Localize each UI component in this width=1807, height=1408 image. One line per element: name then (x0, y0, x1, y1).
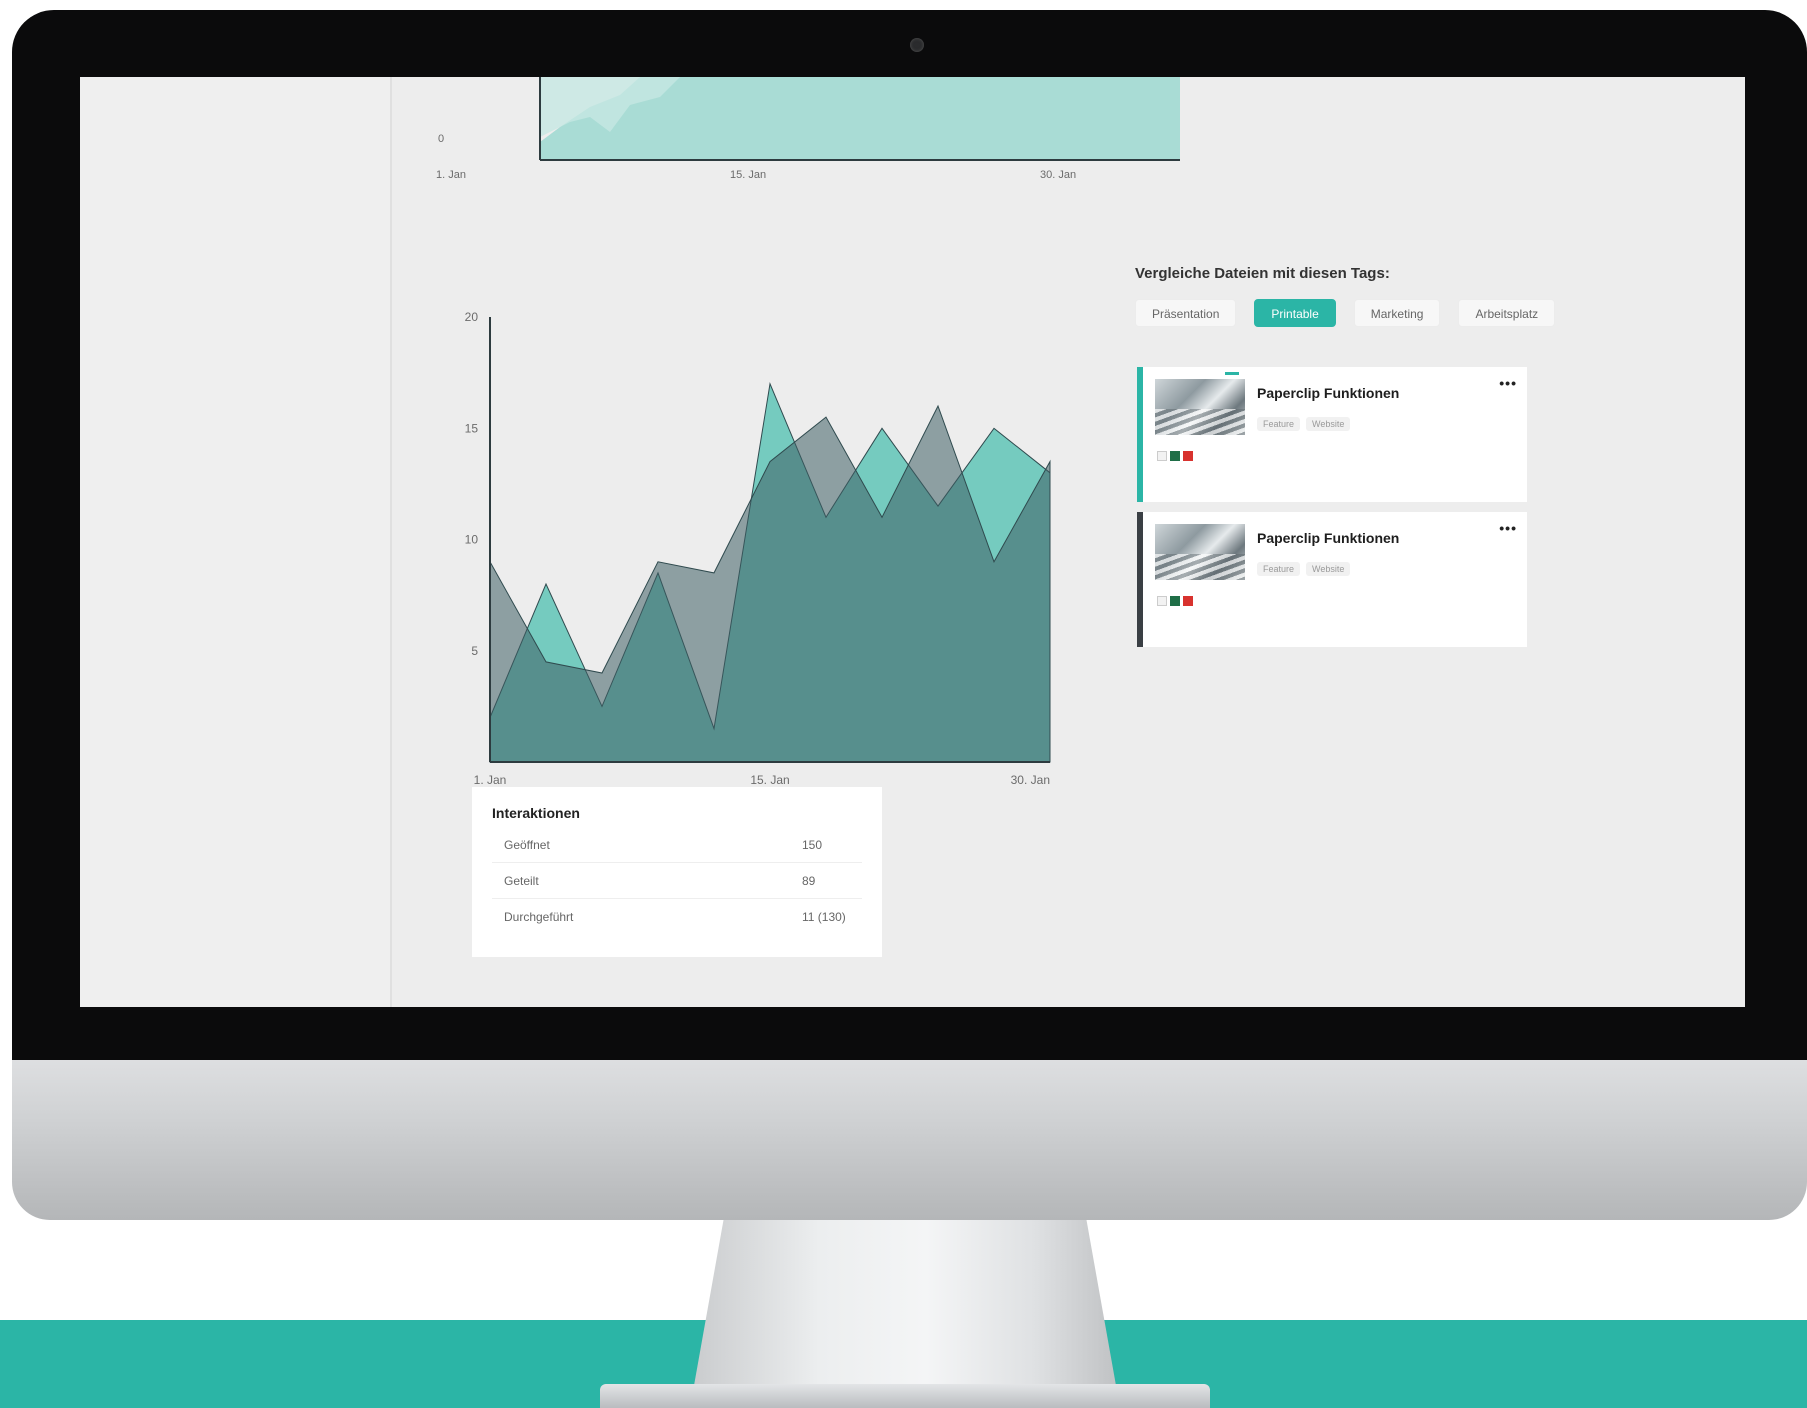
interactions-row-value: 150 (802, 838, 823, 852)
monitor-stand (690, 1215, 1120, 1408)
tag-presentation[interactable]: Präsentation (1135, 299, 1237, 327)
y-tick-label: 15 (465, 421, 479, 435)
main-area-chart: 5 10 15 20 1. Jan 15. Jan 30. Jan (465, 310, 1051, 787)
file-card-chip: Website (1306, 562, 1351, 576)
interactions-row: Geöffnet 150 (492, 827, 862, 863)
sidebar (80, 77, 390, 1007)
swatch-green (1170, 596, 1180, 606)
file-card-chip: Feature (1257, 417, 1301, 431)
interactions-row-label: Durchgeführt (504, 910, 574, 924)
more-options-icon[interactable]: ••• (1499, 375, 1517, 391)
y-tick-label: 20 (465, 310, 479, 324)
x-tick-label: 30. Jan (1011, 773, 1050, 787)
top-chart-x-tick: 1. Jan (436, 169, 466, 181)
swatch-white (1157, 451, 1167, 461)
file-thumbnail (1155, 379, 1245, 435)
y-tick-label: 5 (471, 644, 478, 658)
tag-filter-row: Präsentation Printable Marketing Arbeits… (1135, 299, 1556, 327)
tag-marketing[interactable]: Marketing (1353, 299, 1441, 327)
interactions-card: Interaktionen Geöffnet 150 Geteilt 89 Du… (472, 787, 882, 957)
swatch-green (1170, 451, 1180, 461)
camera-icon (910, 38, 924, 52)
x-tick-label: 1. Jan (474, 773, 507, 787)
top-chart-x-tick: 30. Jan (1040, 169, 1077, 181)
file-card-chips: Feature Website (1257, 417, 1351, 431)
monitor-chin (12, 1040, 1807, 1220)
swatch-red (1183, 596, 1193, 606)
color-swatches (1157, 596, 1193, 606)
file-card-chip: Website (1306, 417, 1351, 431)
swatch-white (1157, 596, 1167, 606)
interactions-row-label: Geöffnet (504, 838, 550, 852)
more-options-icon[interactable]: ••• (1499, 520, 1517, 536)
interactions-row-value: 11 (130) (802, 910, 846, 924)
file-card-chips: Feature Website (1257, 562, 1351, 576)
interactions-row-label: Geteilt (504, 874, 539, 888)
top-chart-y-tick: 0 (438, 133, 445, 145)
monitor-stand-foot (600, 1384, 1210, 1408)
file-card[interactable]: Paperclip Funktionen ••• Feature Website (1137, 512, 1527, 647)
tag-workplace[interactable]: Arbeitsplatz (1458, 299, 1556, 327)
file-card-chip: Feature (1257, 562, 1301, 576)
top-chart-x-tick: 15. Jan (730, 169, 767, 181)
sidebar-divider (390, 77, 392, 1007)
product-mockup: 0 1. Jan 15. Jan 30. Jan 5 10 15 20 1. Jan 15… (0, 0, 1807, 1408)
interactions-row: Geteilt 89 (492, 863, 862, 899)
app-screen: 0 1. Jan 15. Jan 30. Jan 5 10 15 20 1. Jan 15… (80, 77, 1745, 1007)
tags-heading: Vergleiche Dateien mit diesen Tags: (1135, 265, 1390, 282)
tag-printable[interactable]: Printable (1254, 299, 1336, 327)
swatch-red (1183, 451, 1193, 461)
interactions-row: Durchgeführt 11 (130) (492, 899, 862, 935)
file-card-title: Paperclip Funktionen (1257, 530, 1400, 546)
file-thumbnail (1155, 524, 1245, 580)
file-card[interactable]: Paperclip Funktionen ••• Feature Website (1137, 367, 1527, 502)
thumbnail-accent (1225, 372, 1239, 375)
y-tick-label: 10 (465, 533, 479, 547)
interactions-title: Interaktionen (492, 805, 580, 821)
x-tick-label: 15. Jan (750, 773, 789, 787)
interactions-row-value: 89 (802, 874, 816, 888)
file-card-title: Paperclip Funktionen (1257, 385, 1400, 401)
color-swatches (1157, 451, 1193, 461)
